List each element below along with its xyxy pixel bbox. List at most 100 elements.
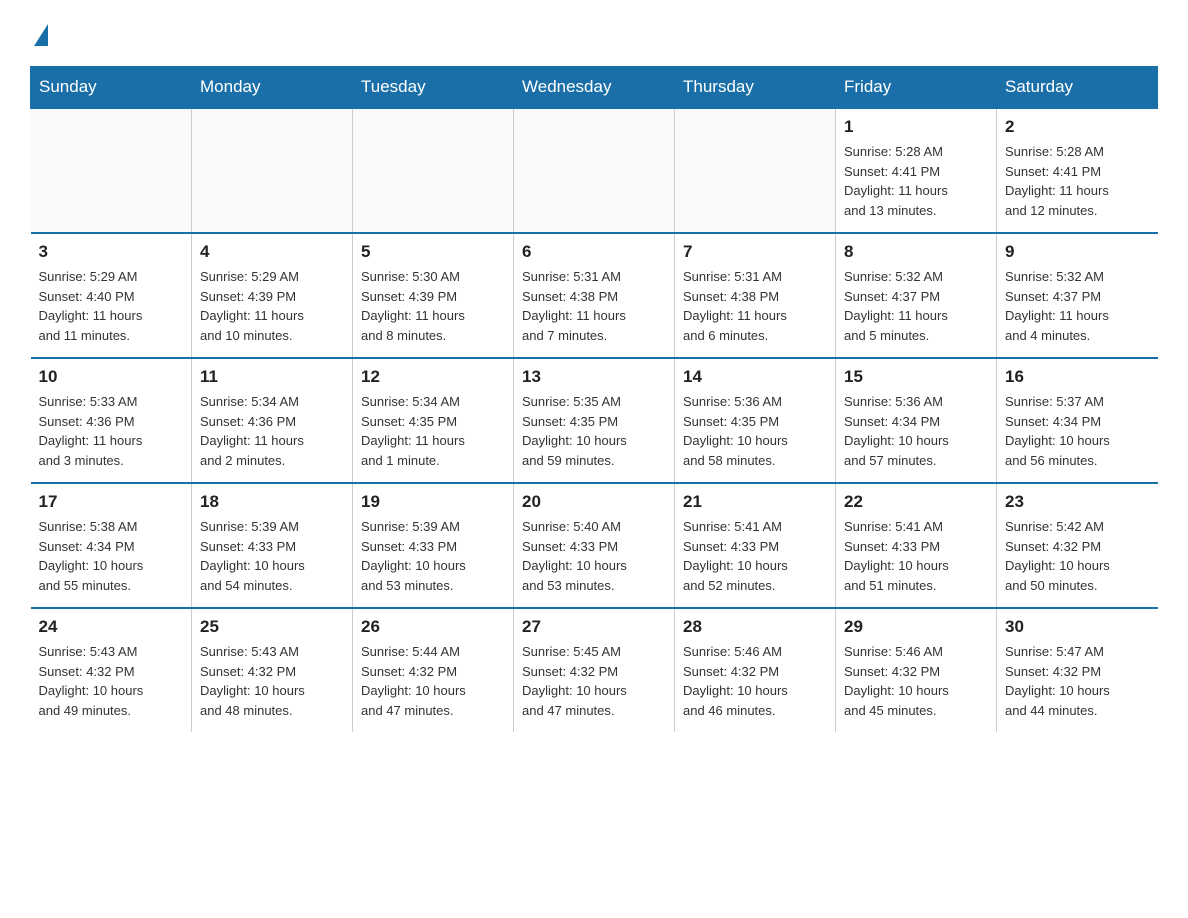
day-number: 28 [683, 617, 827, 637]
calendar-day-cell: 7 Sunrise: 5:31 AM Sunset: 4:38 PM Daylig… [675, 233, 836, 358]
day-info: Sunrise: 5:45 AM Sunset: 4:32 PM Dayligh… [522, 642, 666, 720]
day-info: Sunrise: 5:43 AM Sunset: 4:32 PM Dayligh… [200, 642, 344, 720]
calendar-day-cell: 1 Sunrise: 5:28 AM Sunset: 4:41 PM Daylig… [836, 108, 997, 233]
calendar-week-row: 1 Sunrise: 5:28 AM Sunset: 4:41 PM Daylig… [31, 108, 1158, 233]
day-number: 16 [1005, 367, 1150, 387]
calendar-day-cell: 19 Sunrise: 5:39 AM Sunset: 4:33 PM Dayli… [353, 483, 514, 608]
calendar-day-cell [675, 108, 836, 233]
day-number: 4 [200, 242, 344, 262]
calendar-day-cell: 13Sunrise: 5:35 AM Sunset: 4:35 PM Dayli… [514, 358, 675, 483]
calendar-day-cell: 12 Sunrise: 5:34 AM Sunset: 4:35 PM Dayli… [353, 358, 514, 483]
day-info: Sunrise: 5:38 AM Sunset: 4:34 PM Dayligh… [39, 517, 184, 595]
day-number: 29 [844, 617, 988, 637]
calendar-week-row: 10 Sunrise: 5:33 AM Sunset: 4:36 PM Dayli… [31, 358, 1158, 483]
day-number: 17 [39, 492, 184, 512]
day-info: Sunrise: 5:41 AM Sunset: 4:33 PM Dayligh… [844, 517, 988, 595]
calendar-day-cell: 29 Sunrise: 5:46 AM Sunset: 4:32 PM Dayli… [836, 608, 997, 732]
day-info: Sunrise: 5:33 AM Sunset: 4:36 PM Dayligh… [39, 392, 184, 470]
day-number: 22 [844, 492, 988, 512]
day-info: Sunrise: 5:46 AM Sunset: 4:32 PM Dayligh… [683, 642, 827, 720]
calendar-day-cell: 25 Sunrise: 5:43 AM Sunset: 4:32 PM Dayli… [192, 608, 353, 732]
day-number: 7 [683, 242, 827, 262]
calendar-day-cell: 15 Sunrise: 5:36 AM Sunset: 4:34 PM Dayli… [836, 358, 997, 483]
day-number: 12 [361, 367, 505, 387]
day-number: 3 [39, 242, 184, 262]
day-info: Sunrise: 5:40 AM Sunset: 4:33 PM Dayligh… [522, 517, 666, 595]
calendar-day-cell [192, 108, 353, 233]
day-number: 1 [844, 117, 988, 137]
calendar-day-cell: 9Sunrise: 5:32 AM Sunset: 4:37 PM Daylig… [997, 233, 1158, 358]
day-number: 24 [39, 617, 184, 637]
day-info: Sunrise: 5:44 AM Sunset: 4:32 PM Dayligh… [361, 642, 505, 720]
calendar-day-cell [353, 108, 514, 233]
day-info: Sunrise: 5:43 AM Sunset: 4:32 PM Dayligh… [39, 642, 184, 720]
calendar-day-cell: 2 Sunrise: 5:28 AM Sunset: 4:41 PM Daylig… [997, 108, 1158, 233]
weekday-header-row: SundayMondayTuesdayWednesdayThursdayFrid… [31, 67, 1158, 109]
logo-triangle-icon [34, 24, 48, 46]
day-number: 5 [361, 242, 505, 262]
calendar-day-cell: 8 Sunrise: 5:32 AM Sunset: 4:37 PM Daylig… [836, 233, 997, 358]
day-info: Sunrise: 5:32 AM Sunset: 4:37 PM Dayligh… [844, 267, 988, 345]
calendar-day-cell: 14 Sunrise: 5:36 AM Sunset: 4:35 PM Dayli… [675, 358, 836, 483]
day-number: 6 [522, 242, 666, 262]
calendar-day-cell: 5Sunrise: 5:30 AM Sunset: 4:39 PM Daylig… [353, 233, 514, 358]
day-number: 13 [522, 367, 666, 387]
calendar-day-cell: 28 Sunrise: 5:46 AM Sunset: 4:32 PM Dayli… [675, 608, 836, 732]
calendar-day-cell: 22 Sunrise: 5:41 AM Sunset: 4:33 PM Dayli… [836, 483, 997, 608]
day-number: 2 [1005, 117, 1150, 137]
day-info: Sunrise: 5:46 AM Sunset: 4:32 PM Dayligh… [844, 642, 988, 720]
calendar-day-cell: 18Sunrise: 5:39 AM Sunset: 4:33 PM Dayli… [192, 483, 353, 608]
day-info: Sunrise: 5:28 AM Sunset: 4:41 PM Dayligh… [1005, 142, 1150, 220]
calendar-day-cell: 10 Sunrise: 5:33 AM Sunset: 4:36 PM Dayli… [31, 358, 192, 483]
day-info: Sunrise: 5:28 AM Sunset: 4:41 PM Dayligh… [844, 142, 988, 220]
weekday-header-saturday: Saturday [997, 67, 1158, 109]
day-number: 25 [200, 617, 344, 637]
day-number: 19 [361, 492, 505, 512]
weekday-header-wednesday: Wednesday [514, 67, 675, 109]
calendar-day-cell: 11 Sunrise: 5:34 AM Sunset: 4:36 PM Dayli… [192, 358, 353, 483]
day-number: 9 [1005, 242, 1150, 262]
day-number: 10 [39, 367, 184, 387]
day-info: Sunrise: 5:36 AM Sunset: 4:35 PM Dayligh… [683, 392, 827, 470]
calendar-day-cell: 21 Sunrise: 5:41 AM Sunset: 4:33 PM Dayli… [675, 483, 836, 608]
day-info: Sunrise: 5:42 AM Sunset: 4:32 PM Dayligh… [1005, 517, 1150, 595]
day-number: 11 [200, 367, 344, 387]
calendar-day-cell: 17 Sunrise: 5:38 AM Sunset: 4:34 PM Dayli… [31, 483, 192, 608]
day-number: 20 [522, 492, 666, 512]
calendar-day-cell: 26 Sunrise: 5:44 AM Sunset: 4:32 PM Dayli… [353, 608, 514, 732]
day-number: 15 [844, 367, 988, 387]
calendar-day-cell [31, 108, 192, 233]
day-number: 30 [1005, 617, 1150, 637]
day-info: Sunrise: 5:31 AM Sunset: 4:38 PM Dayligh… [522, 267, 666, 345]
logo [30, 20, 48, 46]
day-info: Sunrise: 5:36 AM Sunset: 4:34 PM Dayligh… [844, 392, 988, 470]
day-number: 23 [1005, 492, 1150, 512]
calendar-day-cell: 23 Sunrise: 5:42 AM Sunset: 4:32 PM Dayli… [997, 483, 1158, 608]
day-info: Sunrise: 5:34 AM Sunset: 4:35 PM Dayligh… [361, 392, 505, 470]
calendar-week-row: 17 Sunrise: 5:38 AM Sunset: 4:34 PM Dayli… [31, 483, 1158, 608]
day-info: Sunrise: 5:37 AM Sunset: 4:34 PM Dayligh… [1005, 392, 1150, 470]
day-number: 8 [844, 242, 988, 262]
day-number: 27 [522, 617, 666, 637]
weekday-header-tuesday: Tuesday [353, 67, 514, 109]
day-info: Sunrise: 5:34 AM Sunset: 4:36 PM Dayligh… [200, 392, 344, 470]
day-info: Sunrise: 5:39 AM Sunset: 4:33 PM Dayligh… [361, 517, 505, 595]
day-number: 21 [683, 492, 827, 512]
day-info: Sunrise: 5:41 AM Sunset: 4:33 PM Dayligh… [683, 517, 827, 595]
weekday-header-friday: Friday [836, 67, 997, 109]
day-info: Sunrise: 5:39 AM Sunset: 4:33 PM Dayligh… [200, 517, 344, 595]
day-number: 26 [361, 617, 505, 637]
calendar-day-cell: 16 Sunrise: 5:37 AM Sunset: 4:34 PM Dayli… [997, 358, 1158, 483]
calendar-day-cell: 6 Sunrise: 5:31 AM Sunset: 4:38 PM Daylig… [514, 233, 675, 358]
calendar-day-cell [514, 108, 675, 233]
calendar-day-cell: 3 Sunrise: 5:29 AM Sunset: 4:40 PM Daylig… [31, 233, 192, 358]
weekday-header-monday: Monday [192, 67, 353, 109]
day-number: 14 [683, 367, 827, 387]
day-info: Sunrise: 5:31 AM Sunset: 4:38 PM Dayligh… [683, 267, 827, 345]
calendar-day-cell: 27 Sunrise: 5:45 AM Sunset: 4:32 PM Dayli… [514, 608, 675, 732]
day-info: Sunrise: 5:29 AM Sunset: 4:40 PM Dayligh… [39, 267, 184, 345]
calendar-week-row: 3 Sunrise: 5:29 AM Sunset: 4:40 PM Daylig… [31, 233, 1158, 358]
calendar-day-cell: 24 Sunrise: 5:43 AM Sunset: 4:32 PM Dayli… [31, 608, 192, 732]
day-info: Sunrise: 5:47 AM Sunset: 4:32 PM Dayligh… [1005, 642, 1150, 720]
calendar-day-cell: 30 Sunrise: 5:47 AM Sunset: 4:32 PM Dayli… [997, 608, 1158, 732]
